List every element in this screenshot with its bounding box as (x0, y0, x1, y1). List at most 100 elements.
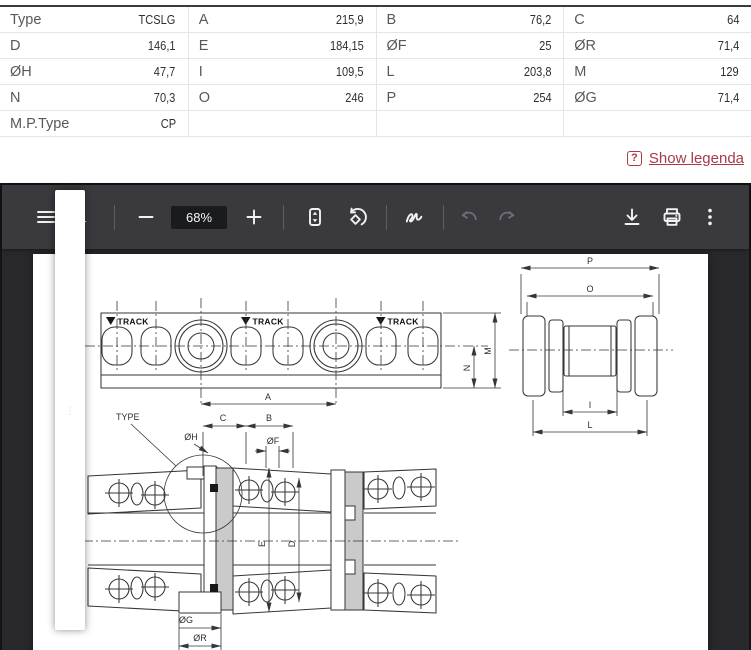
spec-cell: ØG 71,4 (563, 85, 751, 111)
spec-cell: N 70,3 (0, 85, 188, 111)
dim-label-p: P (587, 256, 593, 266)
spec-value: 184,15 (330, 38, 364, 53)
brand-logo: TRACK (376, 317, 419, 327)
plus-icon (242, 205, 266, 229)
spec-value: TCSLG (139, 12, 176, 27)
spec-cell: E 184,15 (188, 33, 376, 59)
spec-label: M (574, 64, 586, 80)
spec-label: N (10, 90, 20, 106)
spec-value: 254 (533, 90, 551, 105)
spec-label: O (199, 90, 210, 106)
spec-value: 246 (345, 90, 363, 105)
dim-label-e: E (257, 541, 267, 547)
brand-text: TRACK (388, 317, 420, 327)
dim-label-o: O (586, 284, 593, 294)
spec-table: TypeTCSLG A215,9 B76,2 C64 D146,1 E184,1… (0, 5, 751, 137)
more-options-button[interactable] (695, 202, 725, 232)
brand-logo: TRACK (241, 317, 284, 327)
brand-text: TRACK (118, 317, 150, 327)
toolbar-separator (443, 205, 444, 230)
spec-value: 70,3 (154, 90, 176, 105)
spec-cell (188, 111, 376, 137)
dim-label-og: ØG (179, 615, 193, 625)
dim-label-a: A (265, 392, 271, 402)
spec-label: M.P.Type (10, 116, 69, 132)
spec-label: ØG (574, 90, 597, 106)
spec-value: 25 (539, 38, 551, 53)
dim-label-l: L (587, 420, 592, 430)
spec-cell: C 64 (563, 7, 751, 33)
pdf-canvas[interactable]: TRACK TRACK TRACK (2, 249, 749, 650)
annotate-button[interactable] (399, 202, 429, 232)
spec-cell: B 76,2 (376, 7, 564, 33)
download-button[interactable] (617, 202, 647, 232)
page-number-input[interactable]: 1 (55, 190, 85, 630)
download-icon (620, 205, 644, 229)
toolbar-separator (386, 205, 387, 230)
zoom-out-button[interactable] (131, 202, 161, 232)
rotate-button[interactable] (342, 202, 372, 232)
spec-label: A (199, 12, 209, 28)
dim-label-b: B (266, 413, 272, 423)
zoom-in-button[interactable] (239, 202, 269, 232)
spec-cell: D 146,1 (0, 33, 188, 59)
brand-text: TRACK (253, 317, 285, 327)
dim-label-d: D (287, 540, 297, 547)
spec-cell: A215,9 (188, 7, 376, 33)
pen-squiggle-icon (402, 205, 426, 229)
spec-cell: ØR 71,4 (563, 33, 751, 59)
spec-cell: P 254 (376, 85, 564, 111)
pdf-toolbar: 1 / 1 68% (2, 185, 749, 249)
spec-cell: M.P.Type CP (0, 111, 188, 137)
spec-label: L (387, 64, 395, 80)
spec-value: CP (160, 116, 175, 131)
spec-label: D (10, 38, 20, 54)
spec-label: ØR (574, 38, 596, 54)
minus-icon (134, 205, 158, 229)
brand-logo: TRACK (106, 317, 149, 327)
fit-page-button[interactable] (300, 202, 330, 232)
end-view: P O (509, 256, 673, 436)
technical-drawing: TRACK TRACK TRACK (33, 254, 708, 650)
print-button[interactable] (657, 202, 687, 232)
help-icon[interactable]: ? (627, 151, 642, 166)
spec-cell: M 129 (563, 59, 751, 85)
dim-label-or: ØR (193, 633, 207, 643)
spec-value: 129 (721, 64, 739, 79)
redo-icon (495, 205, 519, 229)
spec-cell: L 203,8 (376, 59, 564, 85)
zoom-level-input[interactable]: 68% (171, 206, 227, 229)
redo-button (492, 202, 522, 232)
show-legend-link[interactable]: Show legenda (649, 150, 744, 167)
spec-value: 71,4 (717, 38, 739, 53)
dim-label-m: M (483, 347, 493, 355)
toolbar-separator (114, 205, 115, 230)
spec-cell: ØH 47,7 (0, 59, 188, 85)
spec-label: ØF (387, 38, 407, 54)
dim-label-c: C (220, 413, 227, 423)
spec-cell (563, 111, 751, 137)
spec-value: 64 (727, 12, 739, 27)
spec-value: 109,5 (336, 64, 364, 79)
undo-button (454, 202, 484, 232)
spec-label: C (574, 12, 584, 28)
undo-icon (457, 205, 481, 229)
spec-value: 76,2 (530, 12, 552, 27)
spec-cell (376, 111, 564, 137)
fit-page-icon (303, 205, 327, 229)
spec-label: B (387, 12, 397, 28)
dim-label-of: ØF (267, 436, 280, 446)
spec-label: E (199, 38, 209, 54)
spec-value: 203,8 (524, 64, 552, 79)
spec-value: 146,1 (148, 38, 176, 53)
dim-label-i: I (589, 400, 592, 410)
toolbar-separator (283, 205, 284, 230)
callout-label-type: TYPE (116, 412, 140, 422)
spec-value: 71,4 (717, 90, 739, 105)
plan-view: TYPE C B ØH ØF (83, 412, 461, 650)
spec-label: ØH (10, 64, 32, 80)
spec-value: 47,7 (154, 64, 176, 79)
dim-label-n: N (462, 365, 472, 372)
spec-label: P (387, 90, 397, 106)
product-spec-page: TypeTCSLG A215,9 B76,2 C64 D146,1 E184,1… (0, 0, 751, 650)
